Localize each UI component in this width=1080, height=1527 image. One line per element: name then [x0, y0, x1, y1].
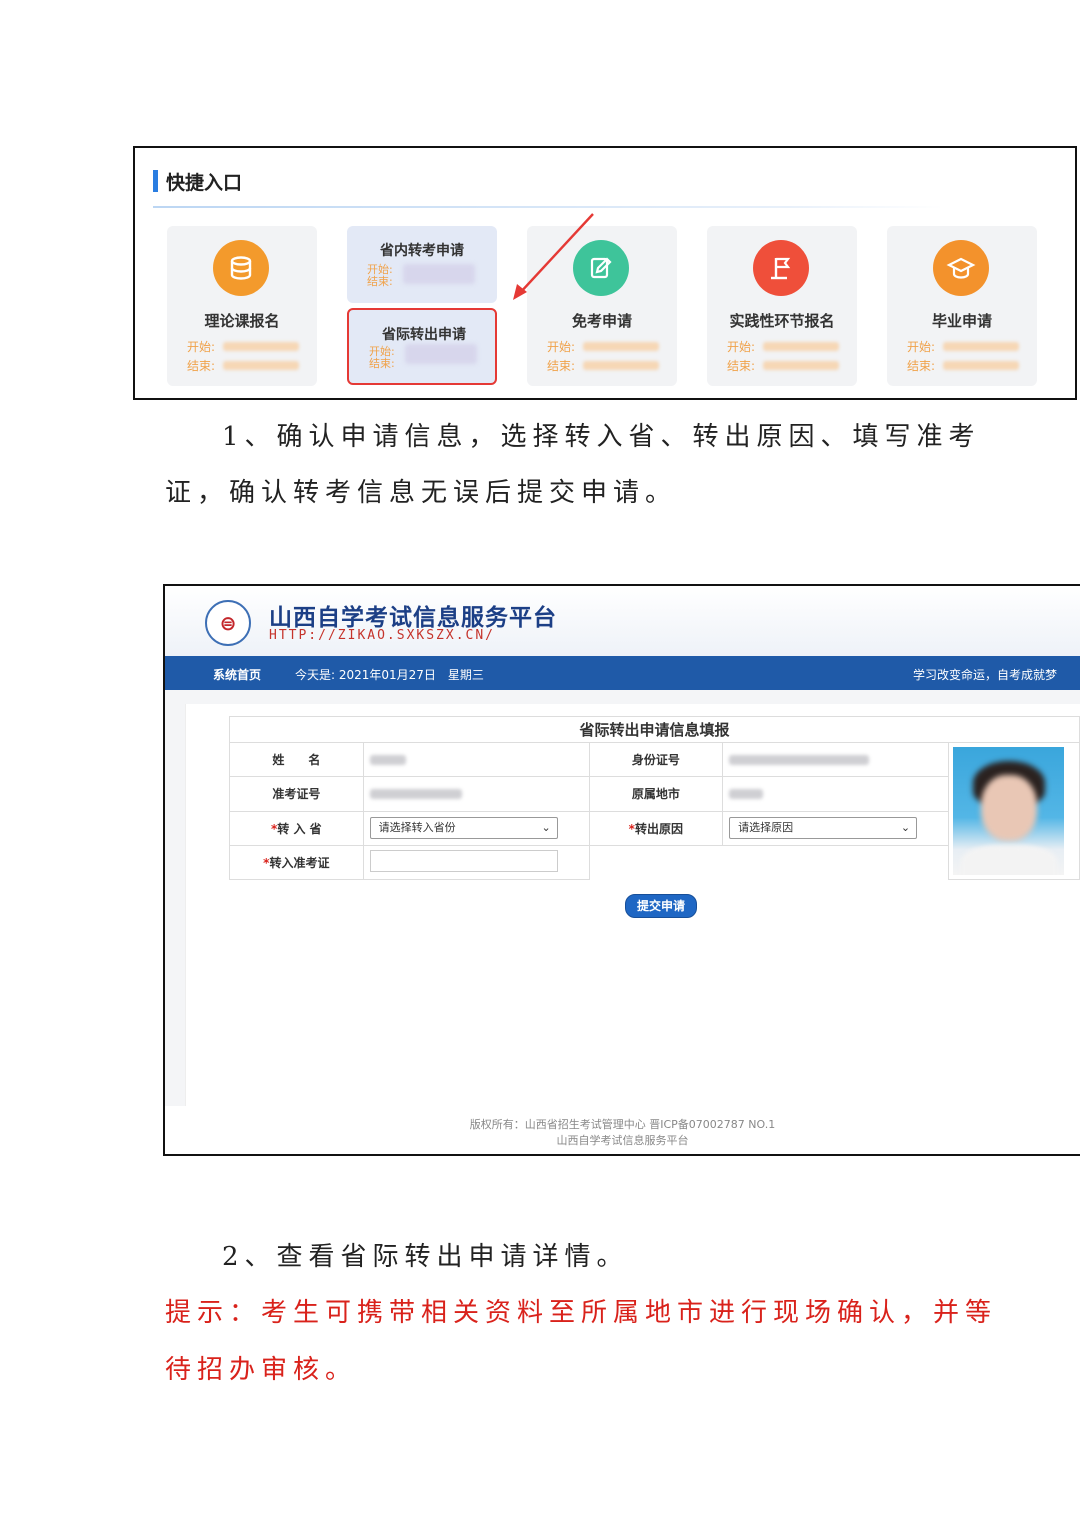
- start-label: 开始:: [187, 340, 216, 354]
- card-theory-course[interactable]: 理论课报名 开始: 结束:: [167, 226, 317, 386]
- origin-city-value: [722, 776, 949, 812]
- applicant-photo: [953, 747, 1064, 875]
- start-date-blurred: [583, 342, 659, 351]
- card-label: 免考申请: [571, 312, 632, 330]
- exam-number-label: 准考证号: [229, 776, 364, 812]
- reason-label: *转出原因: [588, 810, 724, 846]
- card-label: 毕业申请: [931, 312, 992, 330]
- end-date-blurred: [223, 361, 299, 370]
- dates-blurred: [405, 344, 477, 364]
- end-label: 结束:: [907, 359, 936, 373]
- card-practice-registration[interactable]: 实践性环节报名 开始: 结束:: [707, 226, 857, 386]
- start-label: 开始:: [727, 340, 756, 354]
- blurred-text: [369, 789, 462, 800]
- id-number-value: [722, 741, 949, 778]
- photo-body: [961, 845, 1057, 875]
- end-label: 结束:: [369, 357, 395, 370]
- origin-city-label: 原属地市: [588, 776, 724, 812]
- step1-line2: 证，确认转考信息无误后提交申请。: [165, 478, 678, 508]
- new-exam-number-input[interactable]: [369, 849, 558, 872]
- new-exam-number-label: *转入准考证: [229, 844, 364, 881]
- site-title: 山西自学考试信息服务平台: [269, 605, 557, 631]
- blurred-text: [729, 789, 764, 800]
- reason-label-text: 转出原因: [634, 821, 683, 836]
- start-label: 开始:: [367, 263, 393, 276]
- nav-date: 今天是: 2021年01月27日 星期三: [295, 668, 484, 682]
- photo-face: [981, 775, 1037, 841]
- new-exam-number-label-text: 转入准考证: [269, 855, 330, 870]
- start-label: 开始:: [547, 340, 576, 354]
- to-province-select-text: 请选择转入省份: [378, 821, 456, 835]
- end-label: 结束:: [187, 359, 216, 373]
- database-icon: [213, 240, 269, 296]
- portal-screenshot: ⊜ 山西自学考试信息服务平台 HTTP://ZIKAO.SXKSZX.CN/ 系…: [163, 584, 1080, 1156]
- reason-select[interactable]: 请选择原因 ⌄: [729, 817, 918, 840]
- chevron-down-icon: ⌄: [541, 821, 551, 835]
- blurred-text: [729, 755, 870, 766]
- reason-cell: 请选择原因 ⌄: [722, 810, 949, 846]
- id-number-label: 身份证号: [588, 741, 724, 778]
- card-label: 省际转出申请: [382, 327, 466, 343]
- tip-line1: 提示：考生可携带相关资料至所属地市进行现场确认，并等: [165, 1298, 998, 1328]
- quick-entry-screenshot: 快捷入口 理论课报名 开始: 结束: 省内转考申请 开始: 结束: 省际转出申请…: [133, 146, 1077, 400]
- red-arrow-annotation: [513, 213, 594, 300]
- chevron-down-icon: ⌄: [900, 821, 911, 835]
- start-label: 开始:: [369, 345, 395, 358]
- footer-site-name: 山西自学考试信息服务平台: [556, 1134, 689, 1147]
- title-divider: [153, 206, 943, 208]
- card-transfer: 省内转考申请 开始: 结束: 省际转出申请 开始: 结束:: [347, 226, 497, 386]
- empty-cell: [589, 845, 723, 879]
- blurred-text: [369, 755, 406, 766]
- dates-blurred: [403, 264, 475, 284]
- card-intra-province-transfer[interactable]: 省内转考申请 开始: 结束:: [347, 226, 497, 303]
- end-label: 结束:: [367, 275, 393, 288]
- card-label: 实践性环节报名: [729, 312, 835, 330]
- table-row: 姓 名 身份证号: [229, 741, 1080, 880]
- submit-application-button[interactable]: 提交申请: [625, 894, 697, 918]
- to-province-label: *转 入 省: [229, 810, 364, 846]
- exam-number-value: [362, 776, 590, 812]
- start-date-blurred: [223, 342, 299, 351]
- new-exam-number-cell: [362, 844, 590, 881]
- quick-entry-title: 快捷入口: [166, 172, 243, 194]
- to-province-select[interactable]: 请选择转入省份 ⌄: [369, 817, 558, 840]
- end-date-blurred: [943, 361, 1019, 370]
- step2-text: 2、查看省际转出申请详情。: [222, 1242, 629, 1272]
- empty-cell: [723, 845, 949, 879]
- step1-line1: 1、确认申请信息，选择转入省、转出原因、填写准考: [222, 422, 981, 452]
- card-label: 理论课报名: [204, 312, 280, 330]
- form-title: 省际转出申请信息填报: [229, 716, 1080, 742]
- tip-line2: 待招办审核。: [165, 1355, 358, 1385]
- to-province-cell: 请选择转入省份 ⌄: [362, 810, 590, 846]
- site-url: HTTP://ZIKAO.SXKSZX.CN/: [269, 628, 496, 643]
- footer-copyright: 版权所有：山西省招生考试管理中心 晋ICP备07002787 NO.1: [469, 1118, 776, 1131]
- site-logo-icon: ⊜: [205, 600, 251, 646]
- start-label: 开始:: [907, 340, 936, 354]
- card-graduation[interactable]: 毕业申请 开始: 结束:: [887, 226, 1037, 386]
- name-label: 姓 名: [229, 741, 364, 778]
- end-date-blurred: [583, 361, 659, 370]
- nav-bar: 系统首页 今天是: 2021年01月27日 星期三 学习改变命运，自考成就梦: [165, 656, 1080, 690]
- nav-slogan: 学习改变命运，自考成就梦: [913, 668, 1058, 682]
- end-date-blurred: [763, 361, 839, 370]
- to-province-label-text: 转 入 省: [277, 821, 322, 836]
- card-inter-province-transfer-out[interactable]: 省际转出申请 开始: 结束:: [347, 308, 497, 385]
- name-value: [362, 741, 590, 778]
- flag-icon: [753, 240, 809, 296]
- end-label: 结束:: [547, 359, 576, 373]
- nav-home-link[interactable]: 系统首页: [213, 666, 261, 683]
- photo-cell: [948, 742, 1080, 880]
- card-label: 省内转考申请: [380, 243, 464, 259]
- application-form-table: 姓 名 身份证号 准考证号 原属地市 *转 入 省 请选择转入省份 ⌄ *转出原…: [229, 741, 1080, 881]
- end-label: 结束:: [727, 359, 756, 373]
- start-date-blurred: [763, 342, 839, 351]
- reason-select-text: 请选择原因: [738, 821, 794, 835]
- graduation-cap-icon: [933, 240, 989, 296]
- start-date-blurred: [943, 342, 1019, 351]
- title-accent-bar: [153, 170, 158, 192]
